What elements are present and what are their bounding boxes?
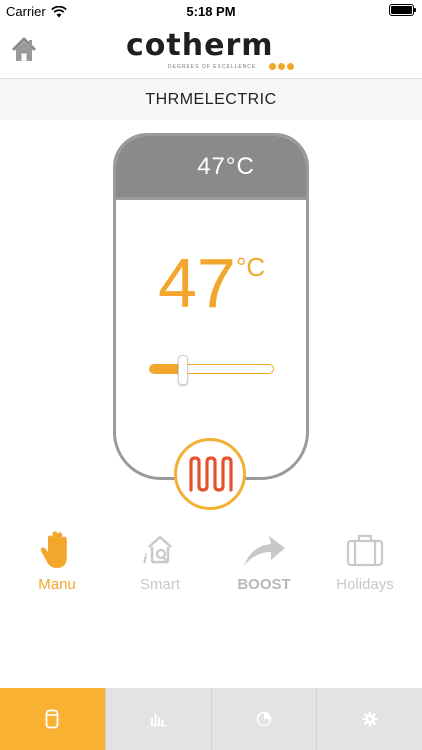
app-header: cotherm DEGREES OF EXCELLENCE <box>0 22 422 78</box>
water-heater-icon <box>45 709 59 729</box>
tab-device[interactable] <box>0 688 106 750</box>
mode-holidays[interactable]: Holidays <box>315 528 415 608</box>
temperature-slider[interactable] <box>149 355 274 385</box>
current-temperature: 47°C <box>197 152 255 180</box>
tab-consumption[interactable] <box>211 688 318 750</box>
smart-house-icon: i <box>143 535 172 566</box>
mode-smart[interactable]: i Smart <box>110 528 210 608</box>
mode-smart-label: Smart <box>139 576 180 593</box>
mode-boost-label: BOOST <box>237 576 291 593</box>
device-bar: THRMELECTRIC <box>0 78 422 120</box>
status-time: 5:18 PM <box>186 4 236 19</box>
boost-arrow-icon <box>244 536 285 566</box>
hand-icon <box>40 531 67 568</box>
battery-icon <box>389 4 416 16</box>
mode-manual[interactable]: Manu <box>7 528 107 608</box>
tab-statistics[interactable] <box>105 688 212 750</box>
mode-manual-label: Manu <box>38 576 76 593</box>
mode-boost[interactable]: BOOST <box>214 528 314 608</box>
logo-text: cotherm <box>126 28 274 63</box>
bar-chart-icon <box>150 714 167 726</box>
heater-element-button[interactable] <box>174 438 246 510</box>
pie-chart-icon <box>256 711 272 727</box>
home-icon <box>11 37 37 61</box>
device-name: THRMELECTRIC <box>145 90 277 108</box>
slider-thumb[interactable] <box>178 355 189 385</box>
gear-icon <box>362 711 378 727</box>
bottom-tab-bar <box>0 688 422 750</box>
mode-selector: Manu i Smart BOOST Holidays <box>0 528 422 608</box>
target-temperature-unit: °C <box>236 252 266 282</box>
heating-coil-icon <box>189 456 233 492</box>
logo-tagline: DEGREES OF EXCELLENCE <box>168 64 257 70</box>
suitcase-icon <box>346 534 384 567</box>
cotherm-logo: cotherm DEGREES OF EXCELLENCE <box>126 30 298 76</box>
tank-top: 47°C <box>116 136 306 200</box>
svg-text:i: i <box>143 552 148 566</box>
target-temperature: 47 <box>158 244 236 322</box>
logo-dots <box>269 63 294 70</box>
water-tank: 47°C 47 °C <box>113 133 309 480</box>
mode-holidays-label: Holidays <box>336 576 394 593</box>
tab-settings[interactable] <box>317 688 422 750</box>
status-bar: Carrier 5:18 PM <box>0 0 422 22</box>
home-button[interactable] <box>10 36 38 64</box>
